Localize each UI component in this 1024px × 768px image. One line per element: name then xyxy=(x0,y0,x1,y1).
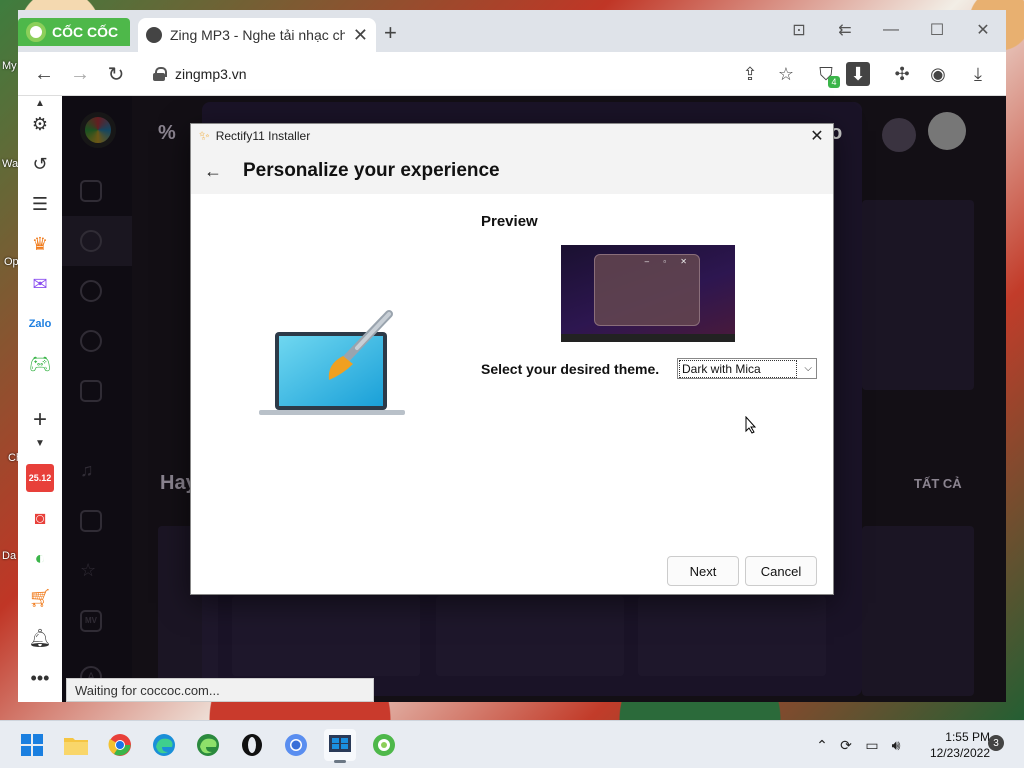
desktop-icon-label[interactable]: Op xyxy=(4,256,19,268)
chrome-canary-icon[interactable] xyxy=(280,729,312,761)
close-button[interactable]: ✕ xyxy=(960,16,1006,44)
bell-icon[interactable]: 🔔︎ xyxy=(26,624,54,652)
installer-dialog: ✨︎ Rectify11 Installer ✕ ← Personalize y… xyxy=(190,123,834,595)
add-icon[interactable]: + xyxy=(26,406,54,434)
back-arrow-icon[interactable]: ← xyxy=(193,151,233,191)
browser-status-bar: Waiting for coccoc.com... xyxy=(66,678,374,702)
new-tab-button[interactable]: + xyxy=(384,20,397,46)
taskbar: ⌃ ⟳ ▭ 🔊︎ 1:55 PM 12/23/2022 3 xyxy=(0,720,1024,768)
star-icon[interactable]: ☆ xyxy=(774,62,798,86)
tab-zingmp3[interactable]: Zing MP3 - Nghe tải nhạc ch ✕ xyxy=(138,18,376,52)
theme-preview: – ▫ ✕ xyxy=(561,245,735,342)
preview-window: – ▫ ✕ xyxy=(594,254,700,326)
dialog-titlebar: ✨︎ Rectify11 Installer xyxy=(191,124,833,148)
system-clock[interactable]: 1:55 PM 12/23/2022 xyxy=(912,729,990,761)
start-icon[interactable] xyxy=(16,729,48,761)
next-button[interactable]: Next xyxy=(667,556,739,586)
opera-icon[interactable] xyxy=(236,729,268,761)
zing-favicon-icon xyxy=(146,27,162,43)
settings-icon[interactable]: ⚙ xyxy=(26,110,54,138)
address-bar[interactable]: zingmp3.vn xyxy=(143,58,723,90)
news-icon[interactable]: ◙ xyxy=(26,504,54,532)
desktop-icon-label[interactable]: My xyxy=(2,60,17,72)
calendar-icon[interactable]: 25.12 xyxy=(26,464,54,492)
dialog-close-button[interactable]: ✕ xyxy=(807,126,827,146)
theme-dropdown-value: Dark with Mica xyxy=(679,359,797,378)
lock-icon[interactable] xyxy=(153,67,167,81)
brand-name: CỐC CỐC xyxy=(52,24,119,40)
tab-title: Zing MP3 - Nghe tải nhạc ch xyxy=(170,27,345,43)
list-icon[interactable]: ☰ xyxy=(26,190,54,218)
edge-icon[interactable] xyxy=(148,729,180,761)
sync-icon[interactable]: ⟳ xyxy=(836,735,856,755)
history-icon[interactable]: ↺ xyxy=(26,150,54,178)
shield-icon[interactable]: ⛉ 4 xyxy=(814,62,840,88)
installer-icon[interactable] xyxy=(324,729,356,763)
desktop-icon-label[interactable]: Wa xyxy=(2,158,18,170)
settings-round-icon[interactable] xyxy=(882,118,916,152)
url-text: zingmp3.vn xyxy=(175,66,247,82)
scroll-up-icon[interactable]: ▲ xyxy=(26,96,54,110)
split-view-icon[interactable]: ⇇ xyxy=(822,16,868,44)
zing-partial-text: % xyxy=(158,122,176,144)
download-icon[interactable]: ⬇ xyxy=(846,62,870,86)
network-icon[interactable]: ▭ xyxy=(862,735,882,755)
game-icon[interactable]: 🎮︎ xyxy=(26,350,54,378)
tab-search-icon[interactable]: ⊡ xyxy=(776,16,822,44)
dialog-footer: Next Cancel xyxy=(191,552,833,594)
theme-dropdown[interactable]: Dark with Mica ⌵ xyxy=(677,358,817,379)
window-controls: ⊡ ⇇ — ☐ ✕ xyxy=(776,16,1006,44)
shop-icon[interactable]: 🛒︎ xyxy=(26,584,54,612)
chevron-down-icon: ⌵ xyxy=(804,363,812,374)
share-icon[interactable]: ⇪ xyxy=(738,62,762,86)
desktop-icon-label[interactable]: Da xyxy=(2,550,16,562)
chrome-icon[interactable] xyxy=(104,729,136,761)
more-icon[interactable]: ••• xyxy=(26,664,54,692)
edge-dev-icon[interactable] xyxy=(192,729,224,761)
tab-close-icon[interactable]: ✕ xyxy=(353,25,368,46)
extension-badge: 4 xyxy=(828,76,840,88)
minimize-button[interactable]: — xyxy=(868,16,914,44)
clock-time: 1:55 PM xyxy=(945,730,990,744)
browser-toolbar: ← → ↻ zingmp3.vn ⇪ ☆ ⛉ 4 ⬇ ✣ ◉ ⤓ xyxy=(18,52,1006,96)
messenger-icon[interactable]: ✉ xyxy=(26,270,54,298)
back-icon[interactable]: ← xyxy=(30,60,58,88)
downloads-icon[interactable]: ⤓ xyxy=(966,62,990,86)
volume-icon[interactable]: 🔊︎ xyxy=(886,735,906,755)
coccoc-logo-icon xyxy=(26,22,46,42)
preview-window-controls: – ▫ ✕ xyxy=(644,257,693,266)
clock-date: 12/23/2022 xyxy=(929,746,990,760)
coccoc-icon[interactable] xyxy=(368,729,400,761)
theme-select-label: Select your desired theme. xyxy=(481,361,660,377)
file-explorer-icon[interactable] xyxy=(60,729,92,761)
browser-side-panel: ▲ ⚙ ↺ ☰ ♛ ✉ Zalo 🎮︎ + ▼ 25.12 ◙ ◐ 🛒︎ 🔔︎ … xyxy=(18,96,62,702)
user-avatar[interactable] xyxy=(928,112,966,150)
dialog-header: ← Personalize your experience xyxy=(191,148,833,194)
maximize-button[interactable]: ☐ xyxy=(914,16,960,44)
browser-titlebar: CỐC CỐC Zing MP3 - Nghe tải nhạc ch ✕ + … xyxy=(18,10,1006,52)
reload-icon[interactable]: ↻ xyxy=(102,60,130,88)
dialog-heading: Personalize your experience xyxy=(243,160,500,181)
zalo-icon[interactable]: Zalo xyxy=(26,310,54,338)
sparkle-icon: ✨︎ xyxy=(199,128,210,143)
laptop-paintbrush-icon xyxy=(259,310,405,415)
coccoc-icon[interactable]: ◐ xyxy=(26,544,54,572)
crown-icon[interactable]: ♛ xyxy=(26,230,54,258)
see-all-link[interactable]: TẤT CẢ xyxy=(914,476,962,491)
extensions-icon[interactable]: ✣ xyxy=(890,62,914,86)
scroll-down-icon[interactable]: ▼ xyxy=(26,436,54,450)
mouse-cursor-icon xyxy=(745,416,757,434)
cancel-button[interactable]: Cancel xyxy=(745,556,817,586)
coccoc-brand-tab[interactable]: CỐC CỐC xyxy=(18,18,130,46)
preview-taskbar xyxy=(561,334,735,342)
chevron-up-icon[interactable]: ⌃ xyxy=(812,735,832,755)
profile-icon[interactable]: ◉ xyxy=(926,62,950,86)
dialog-app-title: Rectify11 Installer xyxy=(215,129,311,143)
notification-count-badge[interactable]: 3 xyxy=(988,735,1004,751)
forward-icon[interactable]: → xyxy=(66,60,94,88)
preview-label: Preview xyxy=(481,213,538,230)
